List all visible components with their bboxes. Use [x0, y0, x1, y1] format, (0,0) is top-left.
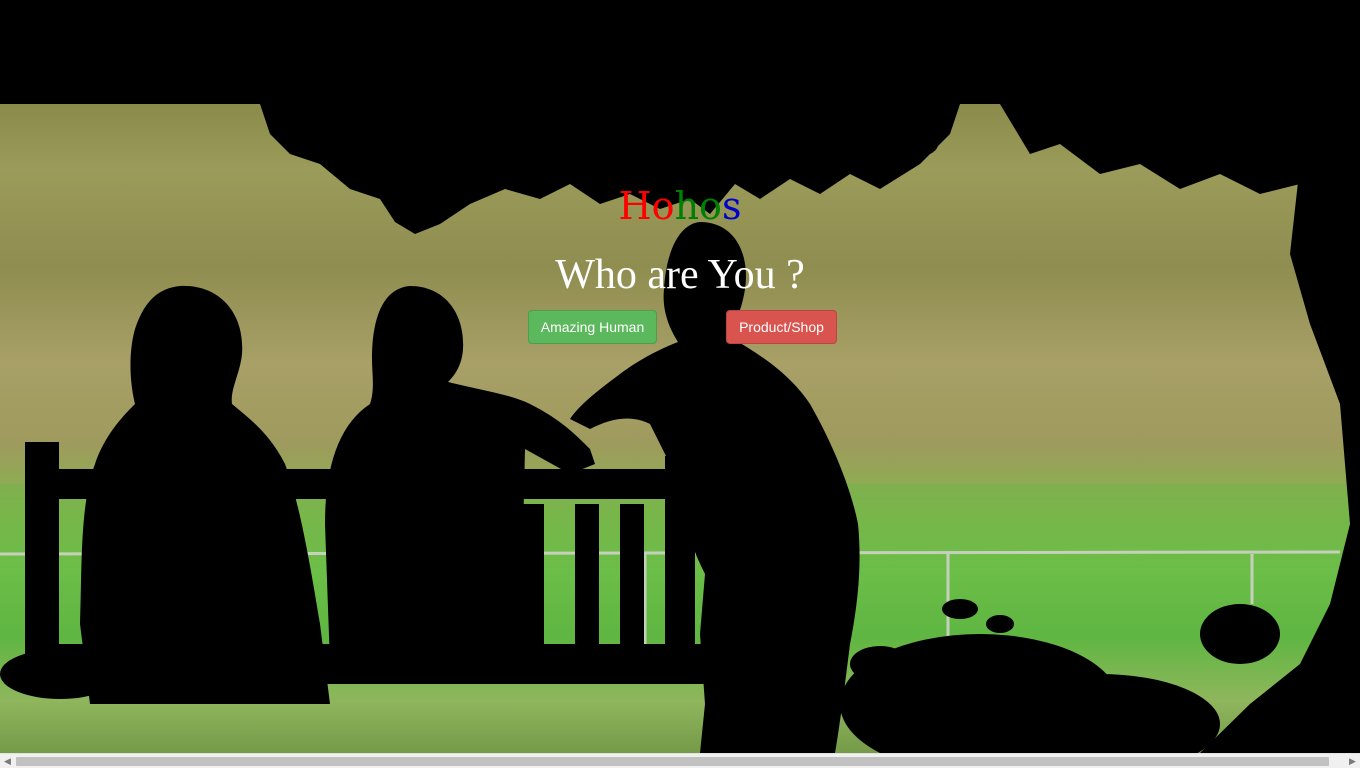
amazing-human-button[interactable]: Amazing Human [528, 310, 657, 344]
product-shop-button[interactable]: Product/Shop [726, 310, 837, 344]
silhouette-woman [80, 285, 330, 704]
brand-logo: Hohos [0, 184, 1360, 228]
chevron-right-icon[interactable]: ▶ [1345, 754, 1360, 768]
hero-background: Hohos Who are You ? Amazing Human Produc… [0, 104, 1360, 753]
chevron-left-icon[interactable]: ◀ [0, 754, 15, 768]
brand-letter: h [674, 184, 700, 228]
brand-letter: s [721, 184, 742, 228]
brand-letter: o [651, 184, 675, 228]
horizontal-scrollbar[interactable]: ◀ ▶ [0, 753, 1360, 768]
scrollbar-thumb[interactable] [16, 757, 1329, 766]
top-black-band [0, 0, 1360, 104]
brand-letter: o [699, 184, 722, 228]
brand-letter: H [618, 184, 652, 228]
hero-question: Who are You ? [555, 252, 805, 298]
